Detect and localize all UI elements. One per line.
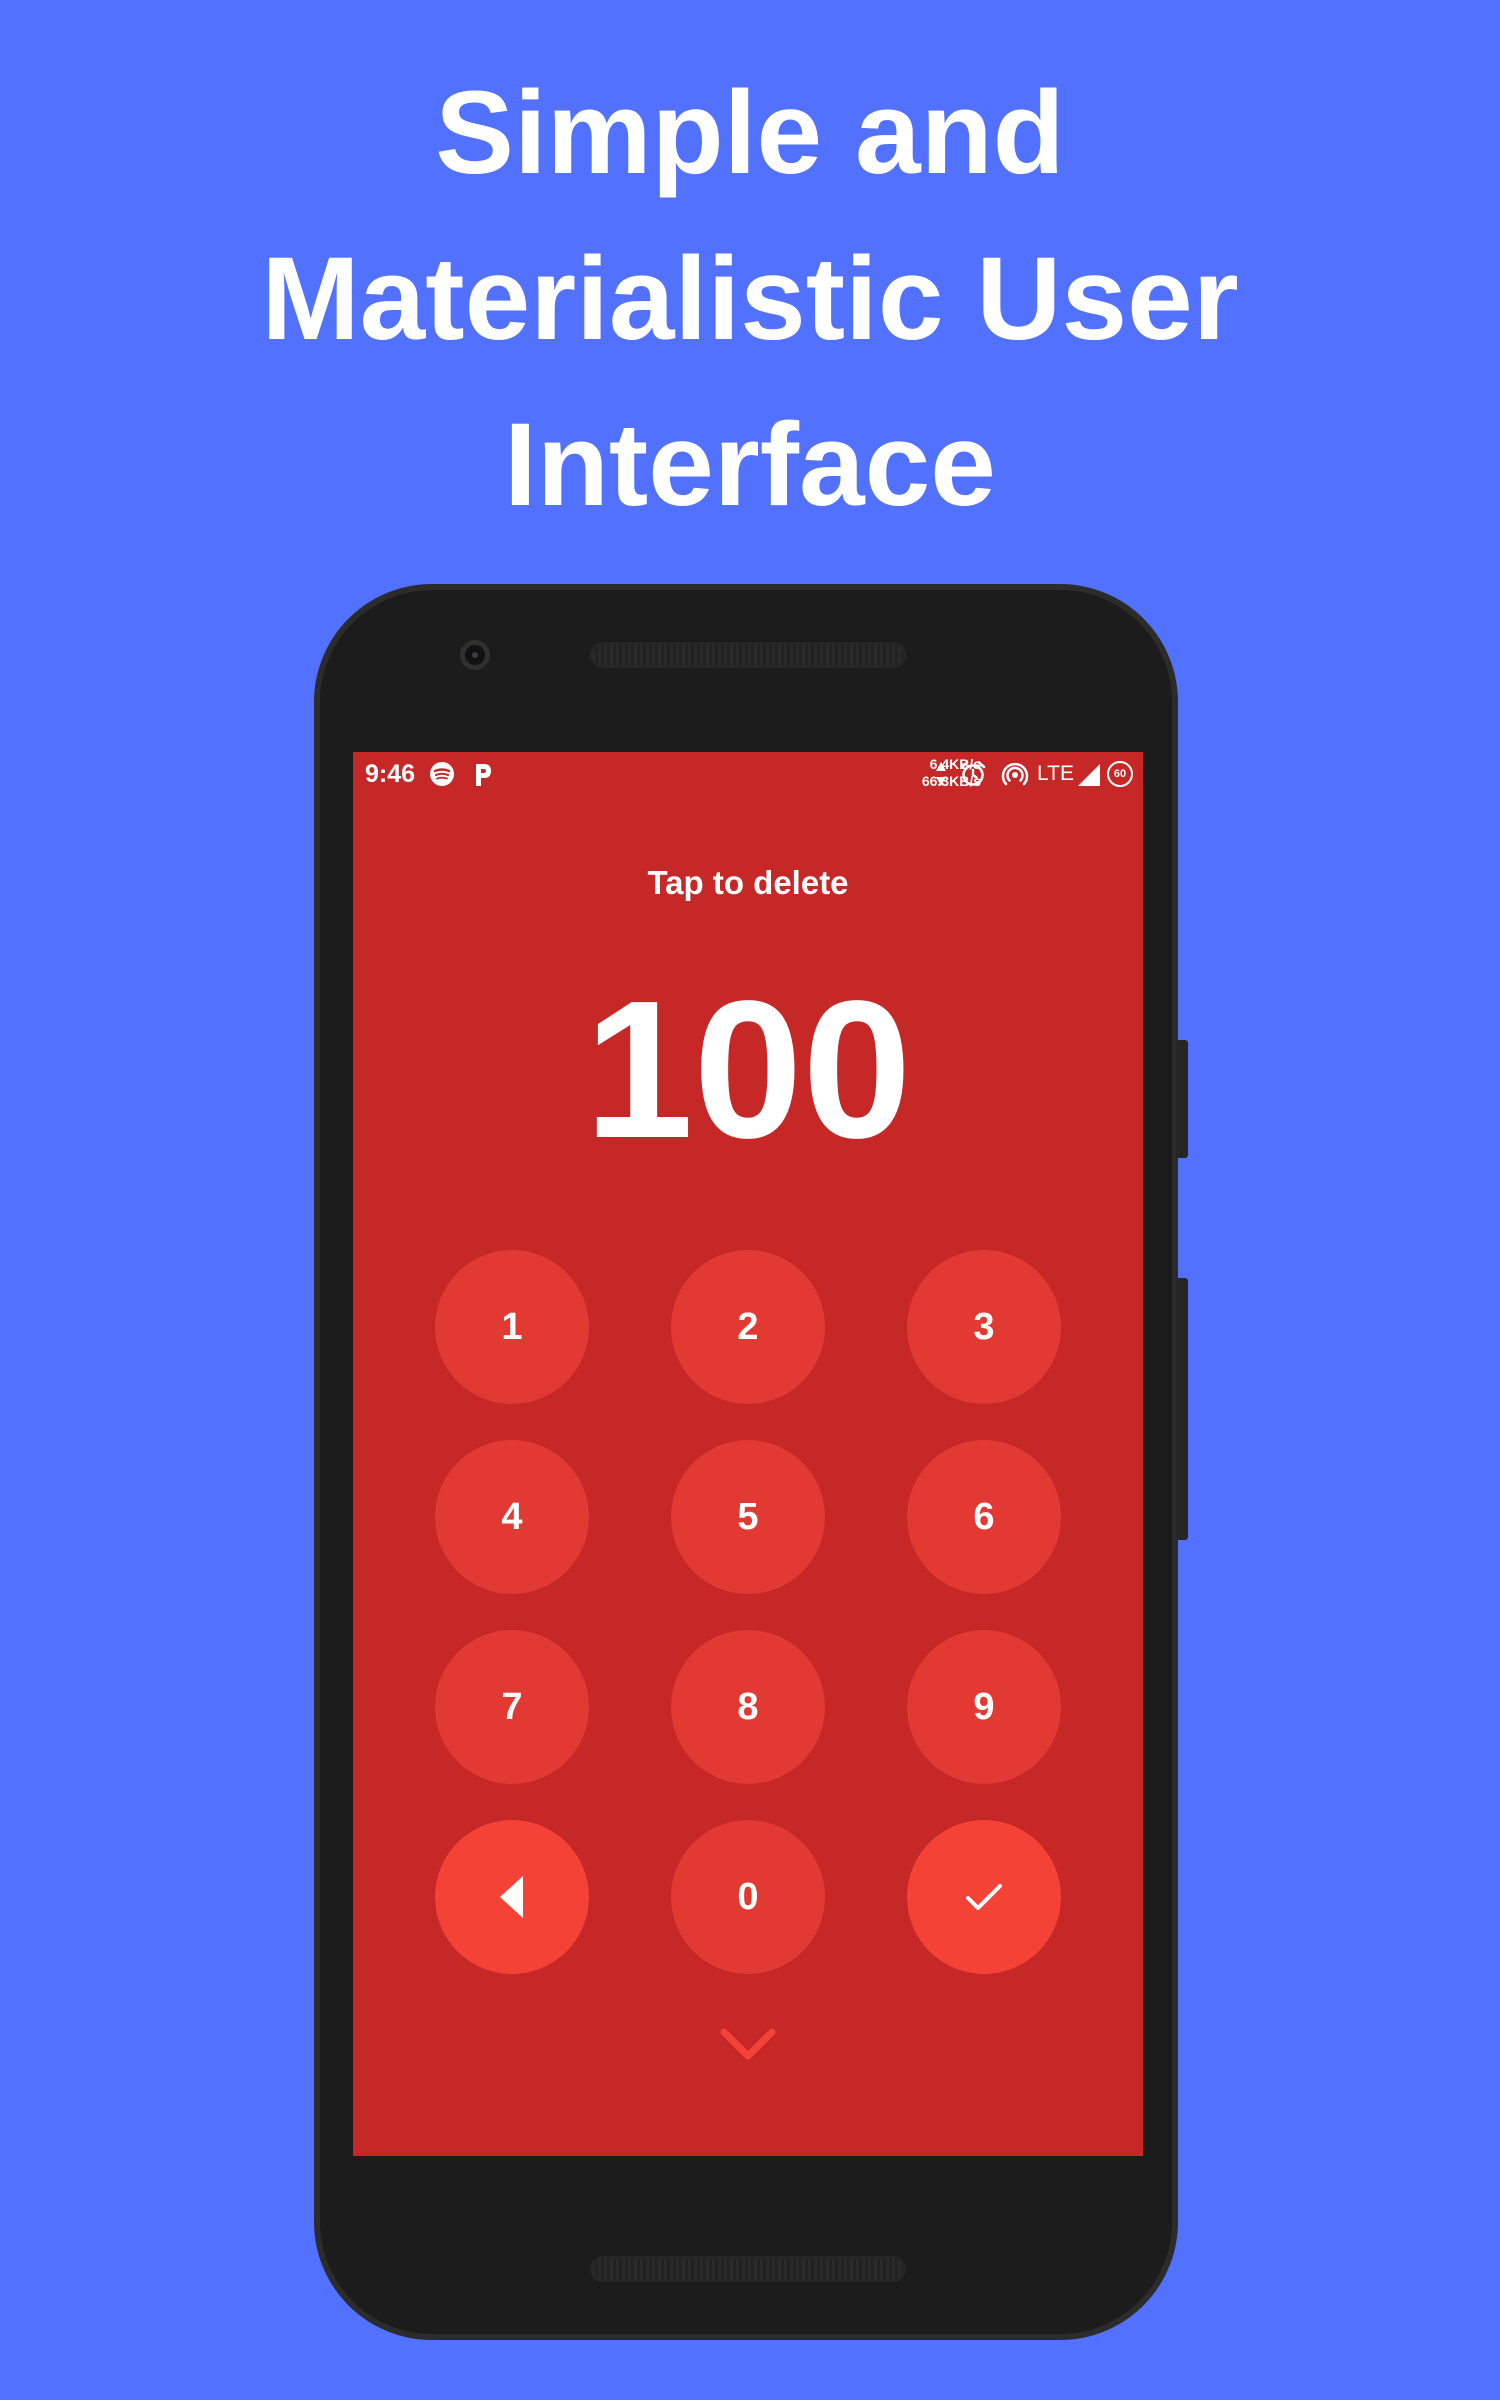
battery-level: 60 <box>1113 768 1127 780</box>
volume-button <box>1176 1278 1188 1540</box>
headline-line-3: Interface <box>504 399 996 531</box>
headline: Simple and Materialistic User Interface <box>0 50 1500 548</box>
key-3[interactable]: 3 <box>907 1250 1061 1404</box>
backspace-button[interactable] <box>435 1820 589 1974</box>
network-type: LTE <box>1037 762 1074 785</box>
alarm-icon <box>960 761 986 786</box>
headline-line-1: Simple and <box>435 67 1065 199</box>
data-arrows-icon <box>936 762 946 786</box>
key-9[interactable]: 9 <box>907 1630 1061 1784</box>
key-7[interactable]: 7 <box>435 1630 589 1784</box>
bottom-speaker <box>590 2256 906 2282</box>
key-4[interactable]: 4 <box>435 1440 589 1594</box>
tap-to-delete-hint[interactable]: Tap to delete <box>353 864 1143 902</box>
status-time: 9:46 <box>365 760 416 788</box>
app-screen: 9:46 6.4KB/s 66.3KB/s LTE 60 Tap to dele… <box>353 752 1143 2156</box>
key-5[interactable]: 5 <box>671 1440 825 1594</box>
back-triangle-icon <box>500 1876 523 1918</box>
amount-display[interactable]: 100 <box>353 970 1143 1170</box>
battery-icon: 60 <box>1107 761 1133 787</box>
signal-icon <box>1078 764 1100 786</box>
hotspot-icon <box>1001 762 1029 786</box>
chevron-down-icon[interactable] <box>720 2028 776 2062</box>
status-bar: 9:46 6.4KB/s 66.3KB/s LTE 60 <box>353 752 1143 796</box>
check-icon <box>966 1884 1002 1910</box>
spotify-icon <box>430 762 454 786</box>
headline-line-2: Materialistic User <box>261 233 1239 365</box>
key-6[interactable]: 6 <box>907 1440 1061 1594</box>
confirm-button[interactable] <box>907 1820 1061 1974</box>
earpiece-speaker <box>590 642 906 668</box>
key-2[interactable]: 2 <box>671 1250 825 1404</box>
p-app-icon <box>476 764 491 786</box>
key-1[interactable]: 1 <box>435 1250 589 1404</box>
key-0[interactable]: 0 <box>671 1820 825 1974</box>
front-camera <box>460 640 490 670</box>
power-button <box>1176 1040 1188 1158</box>
key-8[interactable]: 8 <box>671 1630 825 1784</box>
